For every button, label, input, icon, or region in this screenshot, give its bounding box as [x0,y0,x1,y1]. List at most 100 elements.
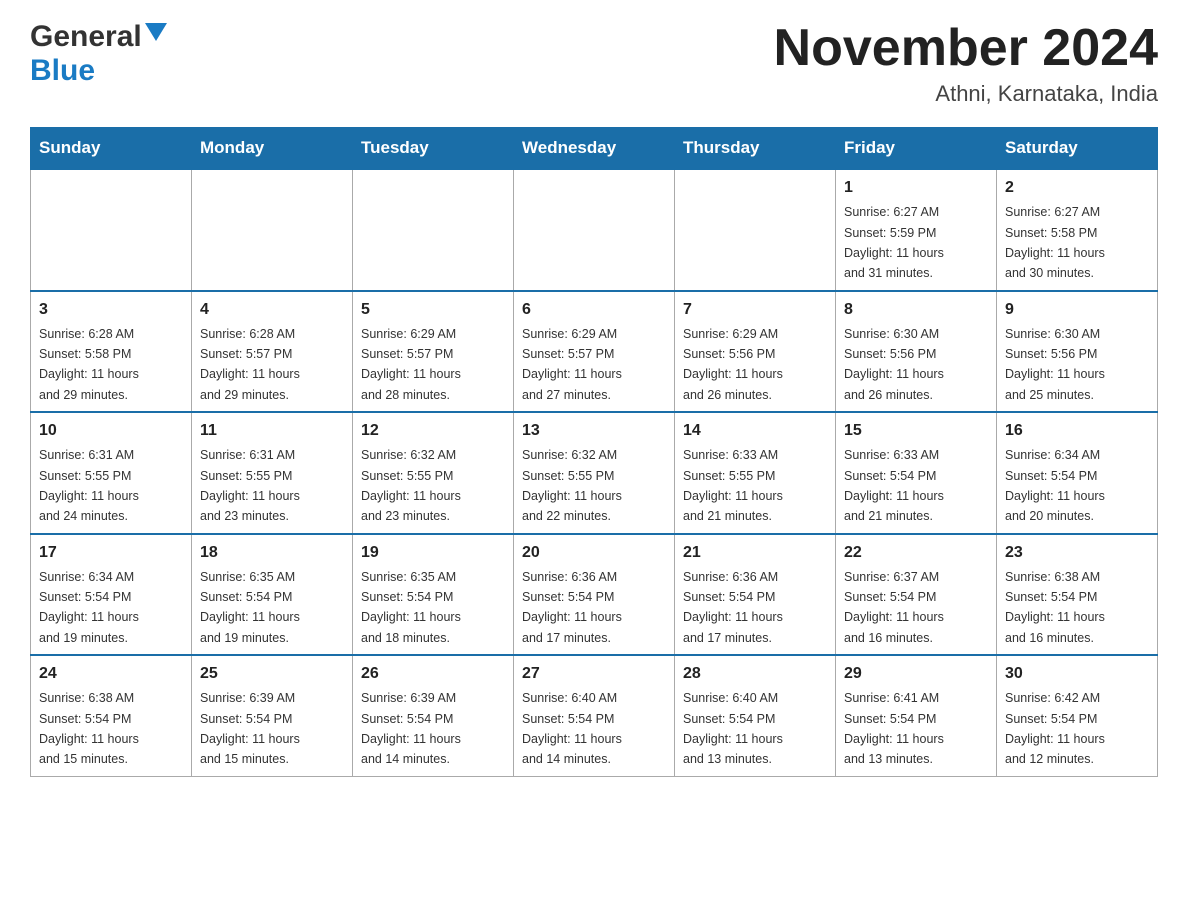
day-info: Sunrise: 6:38 AM Sunset: 5:54 PM Dayligh… [39,691,139,766]
day-number: 27 [522,662,666,686]
day-number: 15 [844,419,988,443]
weekday-header-wednesday: Wednesday [514,128,675,170]
logo: General Blue [30,20,167,88]
day-number: 13 [522,419,666,443]
month-title: November 2024 [774,20,1158,77]
calendar-empty-cell [192,169,353,291]
day-number: 29 [844,662,988,686]
day-number: 17 [39,541,183,565]
calendar-day-23: 23 Sunrise: 6:38 AM Sunset: 5:54 PM Dayli… [997,534,1158,656]
calendar-day-29: 29 Sunrise: 6:41 AM Sunset: 5:54 PM Dayli… [836,655,997,776]
calendar-day-22: 22 Sunrise: 6:37 AM Sunset: 5:54 PM Dayli… [836,534,997,656]
calendar-week-4: 24Sunrise: 6:38 AM Sunset: 5:54 PM Dayli… [31,655,1158,776]
day-info: Sunrise: 6:33 AM Sunset: 5:55 PM Dayligh… [683,448,783,523]
calendar-day-17: 17Sunrise: 6:34 AM Sunset: 5:54 PM Dayli… [31,534,192,656]
day-number: 3 [39,298,183,322]
day-number: 2 [1005,176,1149,200]
page-header: General Blue November 2024 Athni, Karnat… [30,20,1158,107]
day-info: Sunrise: 6:35 AM Sunset: 5:54 PM Dayligh… [200,570,300,645]
day-number: 12 [361,419,505,443]
calendar-day-21: 21Sunrise: 6:36 AM Sunset: 5:54 PM Dayli… [675,534,836,656]
calendar-day-28: 28 Sunrise: 6:40 AM Sunset: 5:54 PM Dayli… [675,655,836,776]
day-number: 26 [361,662,505,686]
calendar-empty-cell [675,169,836,291]
day-number: 19 [361,541,505,565]
day-info: Sunrise: 6:29 AM Sunset: 5:57 PM Dayligh… [361,327,461,402]
day-info: Sunrise: 6:40 AM Sunset: 5:54 PM Dayligh… [683,691,783,766]
calendar-day-27: 27 Sunrise: 6:40 AM Sunset: 5:54 PM Dayli… [514,655,675,776]
day-info: Sunrise: 6:32 AM Sunset: 5:55 PM Dayligh… [522,448,622,523]
day-number: 14 [683,419,827,443]
calendar-day-8: 8 Sunrise: 6:30 AM Sunset: 5:56 PM Daylig… [836,291,997,413]
day-number: 18 [200,541,344,565]
day-info: Sunrise: 6:29 AM Sunset: 5:56 PM Dayligh… [683,327,783,402]
calendar-day-18: 18 Sunrise: 6:35 AM Sunset: 5:54 PM Dayli… [192,534,353,656]
logo-arrow-icon [145,23,167,46]
day-number: 28 [683,662,827,686]
day-number: 10 [39,419,183,443]
day-info: Sunrise: 6:30 AM Sunset: 5:56 PM Dayligh… [1005,327,1105,402]
day-number: 8 [844,298,988,322]
logo-blue-text: Blue [30,54,95,87]
weekday-header-row: SundayMondayTuesdayWednesdayThursdayFrid… [31,128,1158,170]
calendar-day-13: 13 Sunrise: 6:32 AM Sunset: 5:55 PM Dayli… [514,412,675,534]
calendar-day-9: 9 Sunrise: 6:30 AM Sunset: 5:56 PM Daylig… [997,291,1158,413]
calendar-table: SundayMondayTuesdayWednesdayThursdayFrid… [30,127,1158,777]
day-number: 23 [1005,541,1149,565]
day-number: 5 [361,298,505,322]
day-info: Sunrise: 6:31 AM Sunset: 5:55 PM Dayligh… [200,448,300,523]
calendar-day-30: 30 Sunrise: 6:42 AM Sunset: 5:54 PM Dayli… [997,655,1158,776]
calendar-day-4: 4 Sunrise: 6:28 AM Sunset: 5:57 PM Daylig… [192,291,353,413]
day-info: Sunrise: 6:36 AM Sunset: 5:54 PM Dayligh… [522,570,622,645]
day-info: Sunrise: 6:41 AM Sunset: 5:54 PM Dayligh… [844,691,944,766]
day-number: 7 [683,298,827,322]
day-number: 22 [844,541,988,565]
day-number: 1 [844,176,988,200]
day-info: Sunrise: 6:40 AM Sunset: 5:54 PM Dayligh… [522,691,622,766]
calendar-week-1: 3 Sunrise: 6:28 AM Sunset: 5:58 PM Daylig… [31,291,1158,413]
day-info: Sunrise: 6:27 AM Sunset: 5:59 PM Dayligh… [844,205,944,280]
title-section: November 2024 Athni, Karnataka, India [774,20,1158,107]
day-info: Sunrise: 6:42 AM Sunset: 5:54 PM Dayligh… [1005,691,1105,766]
calendar-day-15: 15Sunrise: 6:33 AM Sunset: 5:54 PM Dayli… [836,412,997,534]
calendar-empty-cell [31,169,192,291]
day-info: Sunrise: 6:32 AM Sunset: 5:55 PM Dayligh… [361,448,461,523]
day-number: 6 [522,298,666,322]
day-info: Sunrise: 6:37 AM Sunset: 5:54 PM Dayligh… [844,570,944,645]
day-info: Sunrise: 6:36 AM Sunset: 5:54 PM Dayligh… [683,570,783,645]
calendar-empty-cell [514,169,675,291]
day-info: Sunrise: 6:34 AM Sunset: 5:54 PM Dayligh… [1005,448,1105,523]
day-info: Sunrise: 6:27 AM Sunset: 5:58 PM Dayligh… [1005,205,1105,280]
day-info: Sunrise: 6:28 AM Sunset: 5:57 PM Dayligh… [200,327,300,402]
day-number: 16 [1005,419,1149,443]
weekday-header-friday: Friday [836,128,997,170]
logo-general-text: General [30,20,142,54]
location-text: Athni, Karnataka, India [774,81,1158,107]
calendar-day-12: 12 Sunrise: 6:32 AM Sunset: 5:55 PM Dayli… [353,412,514,534]
day-info: Sunrise: 6:29 AM Sunset: 5:57 PM Dayligh… [522,327,622,402]
calendar-day-24: 24Sunrise: 6:38 AM Sunset: 5:54 PM Dayli… [31,655,192,776]
calendar-day-11: 11Sunrise: 6:31 AM Sunset: 5:55 PM Dayli… [192,412,353,534]
calendar-day-1: 1 Sunrise: 6:27 AM Sunset: 5:59 PM Daylig… [836,169,997,291]
weekday-header-tuesday: Tuesday [353,128,514,170]
day-info: Sunrise: 6:28 AM Sunset: 5:58 PM Dayligh… [39,327,139,402]
day-info: Sunrise: 6:35 AM Sunset: 5:54 PM Dayligh… [361,570,461,645]
day-number: 4 [200,298,344,322]
day-number: 9 [1005,298,1149,322]
calendar-day-25: 25Sunrise: 6:39 AM Sunset: 5:54 PM Dayli… [192,655,353,776]
calendar-day-16: 16 Sunrise: 6:34 AM Sunset: 5:54 PM Dayli… [997,412,1158,534]
calendar-day-20: 20 Sunrise: 6:36 AM Sunset: 5:54 PM Dayli… [514,534,675,656]
day-info: Sunrise: 6:31 AM Sunset: 5:55 PM Dayligh… [39,448,139,523]
calendar-week-0: 1 Sunrise: 6:27 AM Sunset: 5:59 PM Daylig… [31,169,1158,291]
weekday-header-monday: Monday [192,128,353,170]
calendar-day-10: 10 Sunrise: 6:31 AM Sunset: 5:55 PM Dayli… [31,412,192,534]
calendar-empty-cell [353,169,514,291]
day-number: 25 [200,662,344,686]
day-info: Sunrise: 6:39 AM Sunset: 5:54 PM Dayligh… [361,691,461,766]
day-info: Sunrise: 6:30 AM Sunset: 5:56 PM Dayligh… [844,327,944,402]
day-number: 30 [1005,662,1149,686]
calendar-week-2: 10 Sunrise: 6:31 AM Sunset: 5:55 PM Dayli… [31,412,1158,534]
weekday-header-sunday: Sunday [31,128,192,170]
day-number: 20 [522,541,666,565]
day-info: Sunrise: 6:38 AM Sunset: 5:54 PM Dayligh… [1005,570,1105,645]
